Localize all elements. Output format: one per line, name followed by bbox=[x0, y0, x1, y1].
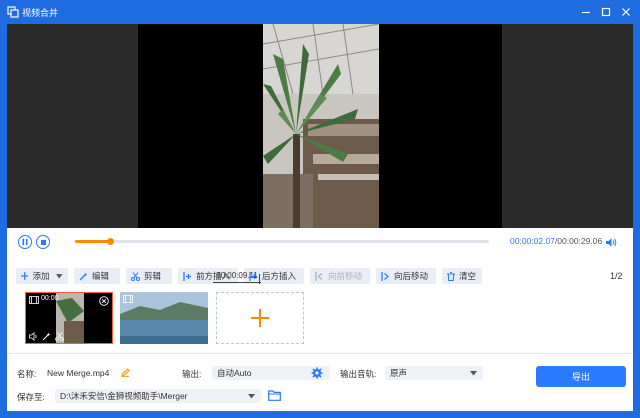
app-logo-icon bbox=[7, 6, 19, 18]
clear-button-label: 清空 bbox=[459, 271, 477, 281]
audio-track-value: 原声 bbox=[390, 368, 408, 378]
output-settings: 名称: New Merge.mp4 输出: 自动Auto 输出音轨: 原声 保存… bbox=[7, 354, 633, 411]
pause-icon bbox=[22, 239, 28, 245]
plus-icon bbox=[21, 272, 29, 280]
magic-wand-icon bbox=[79, 272, 88, 280]
save-path-field[interactable]: D:\沐禾安信\金狮视频助手\Merger bbox=[55, 389, 261, 403]
minimize-icon bbox=[582, 11, 590, 14]
scissors-icon bbox=[131, 271, 140, 281]
close-button[interactable] bbox=[618, 4, 634, 20]
add-button[interactable]: 添加 bbox=[16, 268, 68, 284]
film-icon bbox=[123, 295, 133, 303]
save-to-label: 保存至: bbox=[17, 392, 45, 402]
edit-button[interactable]: 编辑 bbox=[74, 268, 120, 284]
main-panel: 00:00:02.07/00:00:29.06 添加 编辑 剪辑 前方插入 后方… bbox=[7, 24, 633, 411]
clip-duration: 00:00 bbox=[41, 295, 59, 302]
save-path-value: D:\沐禾安信\金狮视频助手\Merger bbox=[60, 391, 188, 401]
app-window: 视频合并 00:00:02.07/00:00:29.06 添加 编辑 剪辑 前方… bbox=[0, 0, 640, 418]
plus-icon bbox=[251, 309, 269, 327]
video-preview[interactable] bbox=[7, 24, 633, 228]
clip-thumbnail-image bbox=[120, 292, 208, 344]
close-icon bbox=[622, 8, 630, 16]
clip-thumbnail-2[interactable] bbox=[120, 292, 208, 344]
total-time: 00:00:29.06 bbox=[557, 236, 603, 246]
clear-button[interactable]: 清空 bbox=[442, 268, 482, 284]
minimize-button[interactable] bbox=[578, 4, 594, 20]
playback-bar: 00:00:02.07/00:00:29.06 bbox=[7, 231, 633, 253]
caret-down-icon[interactable] bbox=[248, 394, 255, 399]
move-backward-label: 向后移动 bbox=[394, 271, 429, 281]
move-backward-icon bbox=[381, 271, 389, 281]
hover-time-tooltip: 00:00:09.11 bbox=[213, 269, 261, 283]
title-bar: 视频合并 bbox=[0, 0, 640, 24]
move-forward-icon bbox=[315, 271, 323, 281]
clip-edit-icon[interactable] bbox=[42, 332, 51, 341]
stop-icon bbox=[40, 239, 46, 245]
maximize-button[interactable] bbox=[598, 4, 614, 20]
cut-button-label: 剪辑 bbox=[144, 271, 162, 281]
audio-track-label: 输出音轨: bbox=[340, 369, 377, 379]
insert-before-icon bbox=[183, 271, 191, 281]
progress-thumb[interactable] bbox=[106, 238, 114, 245]
export-button[interactable]: 导出 bbox=[536, 366, 626, 387]
rename-pencil-icon[interactable] bbox=[121, 368, 130, 377]
progress-track[interactable] bbox=[75, 238, 489, 245]
page-indicator: 1/2 bbox=[610, 271, 623, 281]
clip-volume-icon[interactable] bbox=[29, 332, 38, 341]
video-frame-palm-tree bbox=[263, 24, 379, 228]
move-backward-button[interactable]: 向后移动 bbox=[376, 268, 436, 284]
progress-fill bbox=[75, 240, 111, 243]
time-display: 00:00:02.07/00:00:29.06 bbox=[510, 236, 602, 246]
folder-icon[interactable] bbox=[268, 390, 281, 401]
volume-icon[interactable] bbox=[605, 237, 617, 248]
add-button-label: 添加 bbox=[32, 271, 50, 281]
current-time: 00:00:02.07 bbox=[510, 236, 555, 246]
move-forward-button[interactable]: 向前移动 bbox=[310, 268, 370, 284]
insert-after-label: 后方插入 bbox=[262, 271, 297, 281]
edit-button-label: 编辑 bbox=[92, 271, 110, 281]
name-label: 名称: bbox=[17, 369, 37, 379]
gear-icon[interactable] bbox=[311, 367, 323, 379]
window-title: 视频合并 bbox=[22, 8, 59, 18]
caret-down-icon[interactable] bbox=[56, 273, 63, 279]
pause-button[interactable] bbox=[18, 235, 32, 249]
maximize-icon bbox=[601, 7, 611, 17]
output-format-value: 自动Auto bbox=[217, 368, 252, 378]
audio-track-select[interactable]: 原声 bbox=[385, 366, 483, 380]
caret-down-icon bbox=[470, 371, 477, 376]
clip-cut-icon[interactable] bbox=[55, 332, 64, 341]
hover-time-marker bbox=[259, 274, 260, 284]
remove-clip-icon[interactable] bbox=[99, 296, 109, 306]
format-label: 输出: bbox=[182, 369, 202, 379]
film-icon bbox=[29, 296, 39, 304]
clip-thumbnail-1[interactable]: 00:00 bbox=[25, 292, 113, 344]
stop-button[interactable] bbox=[36, 235, 50, 249]
output-name-value: New Merge.mp4 bbox=[47, 368, 110, 378]
cut-button[interactable]: 剪辑 bbox=[126, 268, 172, 284]
move-forward-label: 向前移动 bbox=[328, 271, 363, 281]
trash-icon bbox=[447, 271, 455, 281]
clip-list: 00:00 bbox=[7, 290, 633, 350]
add-clip-placeholder[interactable] bbox=[216, 292, 304, 344]
